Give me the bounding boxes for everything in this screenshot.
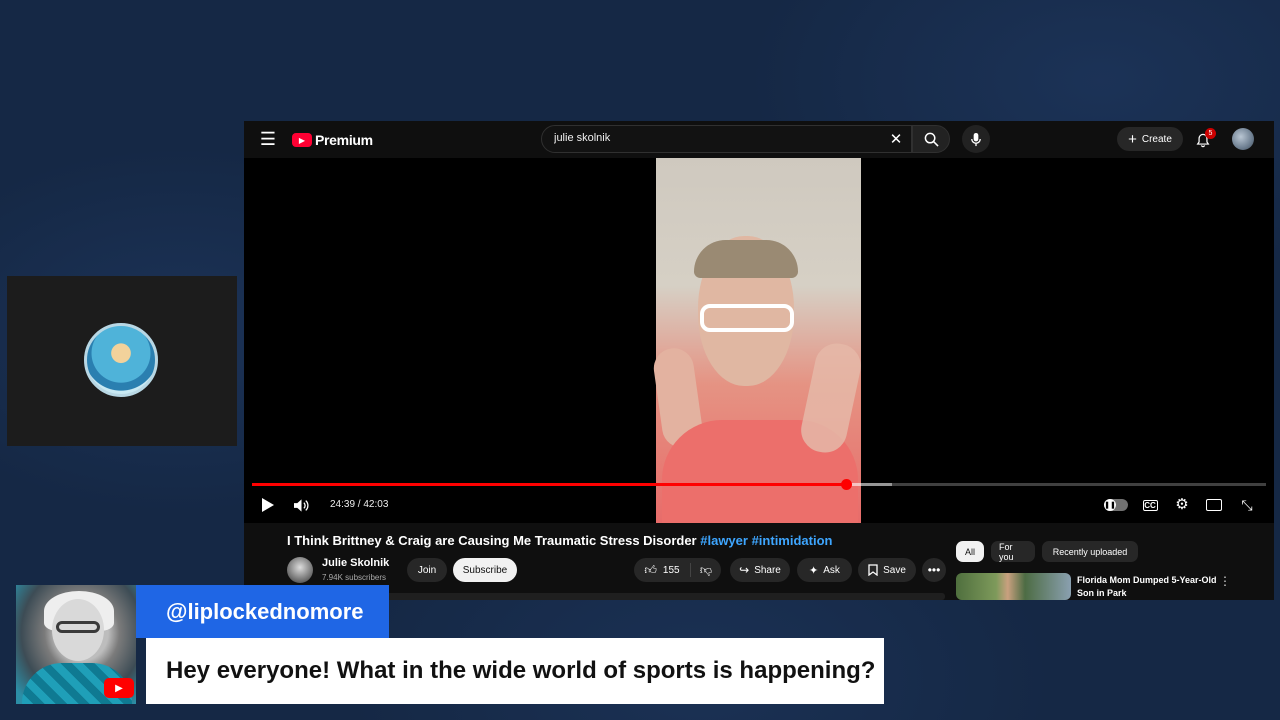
logo-text: Premium (315, 132, 373, 148)
settings-button[interactable]: ⚙ (1172, 494, 1192, 514)
sparkle-icon: ✦ (809, 564, 819, 577)
volume-button[interactable] (291, 495, 311, 515)
channel-logo-avatar (84, 323, 158, 397)
subscribe-button[interactable]: Subscribe (453, 558, 517, 582)
chip-for-you[interactable]: For you (991, 541, 1035, 562)
like-button[interactable]: 👍︎ 155 (634, 558, 690, 582)
more-actions-button[interactable]: ••• (922, 558, 946, 582)
chat-message-text: Hey everyone! What in the wide world of … (166, 657, 876, 684)
video-content-glasses (700, 304, 794, 332)
microphone-icon (971, 132, 981, 146)
save-label: Save (883, 564, 906, 576)
search-icon (924, 132, 939, 147)
search-button[interactable] (912, 125, 950, 153)
subscriber-count: 7.94K subscribers (322, 573, 387, 582)
chip-recently-uploaded[interactable]: Recently uploaded (1042, 541, 1138, 562)
more-horizontal-icon: ••• (927, 563, 941, 577)
share-label: Share (754, 564, 781, 576)
like-dislike-group: 👍︎ 155 👎︎ (634, 558, 721, 582)
video-content-hair (694, 240, 798, 278)
bookmark-icon (868, 564, 878, 576)
clear-search-icon[interactable]: ✕ (886, 130, 906, 148)
commenter-glasses (56, 621, 100, 633)
volume-icon (293, 498, 309, 512)
youtube-logo[interactable]: ▶ Premium (292, 131, 373, 149)
more-vertical-icon[interactable]: ⋮ (1218, 574, 1232, 588)
plus-icon: + (1128, 130, 1137, 148)
ask-button[interactable]: ✦ Ask (797, 558, 852, 582)
dislike-button[interactable]: 👎︎ (691, 558, 721, 582)
hashtag-link[interactable]: #lawyer (700, 533, 748, 548)
search-input[interactable] (554, 132, 874, 144)
thumbs-down-icon: 👎︎ (699, 562, 713, 577)
time-display: 24:39 / 42:03 (330, 499, 389, 510)
channel-avatar[interactable] (287, 557, 313, 583)
fullscreen-button[interactable]: ⤡ (1237, 495, 1257, 515)
chip-all[interactable]: All (956, 541, 984, 562)
autoplay-pause-icon: ❚❚ (1104, 499, 1116, 511)
join-button[interactable]: Join (407, 558, 447, 582)
miniplayer-button[interactable] (1204, 495, 1224, 515)
progress-played (252, 483, 847, 486)
recommended-video-title[interactable]: Florida Mom Dumped 5-Year-Old Son in Par… (1077, 574, 1217, 600)
gear-icon: ⚙ (1175, 496, 1189, 513)
youtube-play-logo-icon: ▶ (292, 133, 312, 147)
youtube-icon: ▶ (104, 678, 134, 698)
channel-name[interactable]: Julie Skolnik (322, 557, 389, 569)
play-button[interactable] (258, 495, 278, 515)
video-title-text: I Think Brittney & Craig are Causing Me … (287, 533, 697, 548)
captions-button[interactable]: CC (1141, 495, 1159, 515)
voice-search-button[interactable] (962, 125, 990, 153)
youtube-window: ☰ ▶ Premium ✕ + Create 5 (244, 121, 1274, 600)
save-button[interactable]: Save (858, 558, 916, 582)
hashtag-link[interactable]: #intimidation (752, 533, 833, 548)
miniplayer-icon (1206, 499, 1222, 511)
thumbs-up-icon: 👍︎ (644, 562, 657, 577)
create-button[interactable]: + Create (1117, 127, 1183, 151)
search-box[interactable] (541, 125, 912, 153)
play-icon (262, 498, 274, 512)
share-icon: ↪ (739, 563, 750, 577)
video-title: I Think Brittney & Craig are Causing Me … (287, 533, 832, 548)
create-label: Create (1141, 133, 1172, 145)
commenter-username: @liplockednomore (166, 599, 364, 624)
chat-message-box: Hey everyone! What in the wide world of … (146, 638, 884, 704)
share-button[interactable]: ↪ Share (730, 558, 790, 582)
video-player[interactable]: 24:39 / 42:03 ❚❚ CC ⚙ ⤡ (244, 158, 1274, 523)
youtube-masthead: ☰ ▶ Premium ✕ + Create 5 (244, 121, 1274, 158)
username-bar: @liplockednomore (136, 585, 389, 638)
hamburger-menu-icon[interactable]: ☰ (258, 129, 278, 149)
recommended-video-thumbnail[interactable] (956, 573, 1071, 600)
account-avatar[interactable] (1232, 128, 1254, 150)
like-count: 155 (662, 564, 680, 576)
notification-count-badge: 5 (1205, 128, 1216, 139)
captions-icon: CC (1142, 499, 1158, 511)
ask-label: Ask (823, 564, 840, 576)
fullscreen-icon: ⤡ (1241, 496, 1253, 513)
